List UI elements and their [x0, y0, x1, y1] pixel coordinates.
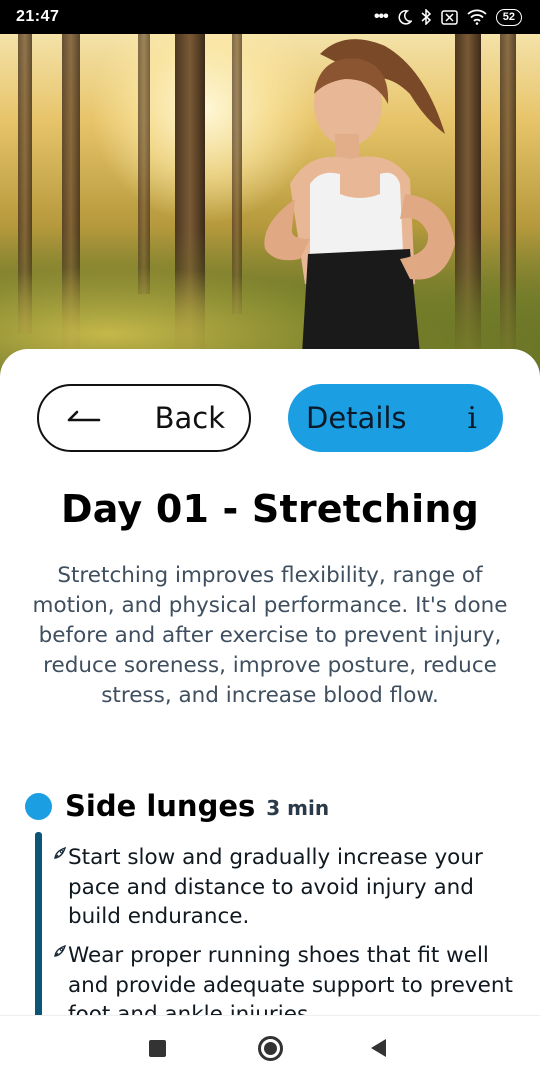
status-icons: ••• 52 — [374, 8, 522, 26]
system-nav-bar — [0, 1015, 540, 1080]
exercise-header: Side lunges 3 min — [25, 789, 329, 823]
exercise-duration: 3 min — [266, 796, 330, 820]
back-button-label: Back — [154, 401, 225, 435]
no-sim-icon — [441, 9, 458, 25]
moon-icon — [398, 9, 412, 25]
page-description: Stretching improves flexibility, range o… — [32, 563, 508, 708]
tip-text: Wear proper running shoes that fit well … — [68, 943, 513, 1015]
tip-text: Start slow and gradually increase your p… — [68, 845, 483, 929]
rocket-icon — [52, 943, 68, 1015]
more-dots-icon: ••• — [373, 8, 389, 25]
battery-icon: 52 — [495, 8, 522, 26]
exercise-name: Side lunges — [65, 789, 256, 823]
status-bar: 21:47 ••• 52 — [0, 0, 540, 34]
details-button[interactable]: Details i — [288, 384, 503, 452]
runner-figure — [264, 39, 455, 379]
rocket-icon — [52, 845, 68, 932]
tip-item: Start slow and gradually increase your p… — [52, 843, 532, 932]
info-icon: i — [467, 400, 477, 436]
back-button[interactable]: Back — [37, 384, 251, 452]
wifi-icon — [467, 9, 487, 25]
content-sheet: Back Details i Day 01 - Stretching Stret… — [0, 349, 540, 1015]
details-button-label: Details — [306, 401, 407, 435]
recents-square-icon[interactable] — [149, 1040, 166, 1057]
home-circle-icon[interactable] — [258, 1036, 283, 1061]
tip-item: Wear proper running shoes that fit well … — [52, 941, 532, 1015]
back-triangle-icon[interactable] — [371, 1039, 386, 1057]
page-title: Day 01 - Stretching — [61, 487, 479, 531]
exercise-bullet-dot — [25, 792, 52, 820]
hero-image — [0, 34, 540, 379]
status-time: 21:47 — [16, 8, 60, 25]
arrow-left-icon — [67, 410, 101, 422]
timeline-line — [35, 832, 42, 1015]
bluetooth-icon — [421, 9, 431, 25]
